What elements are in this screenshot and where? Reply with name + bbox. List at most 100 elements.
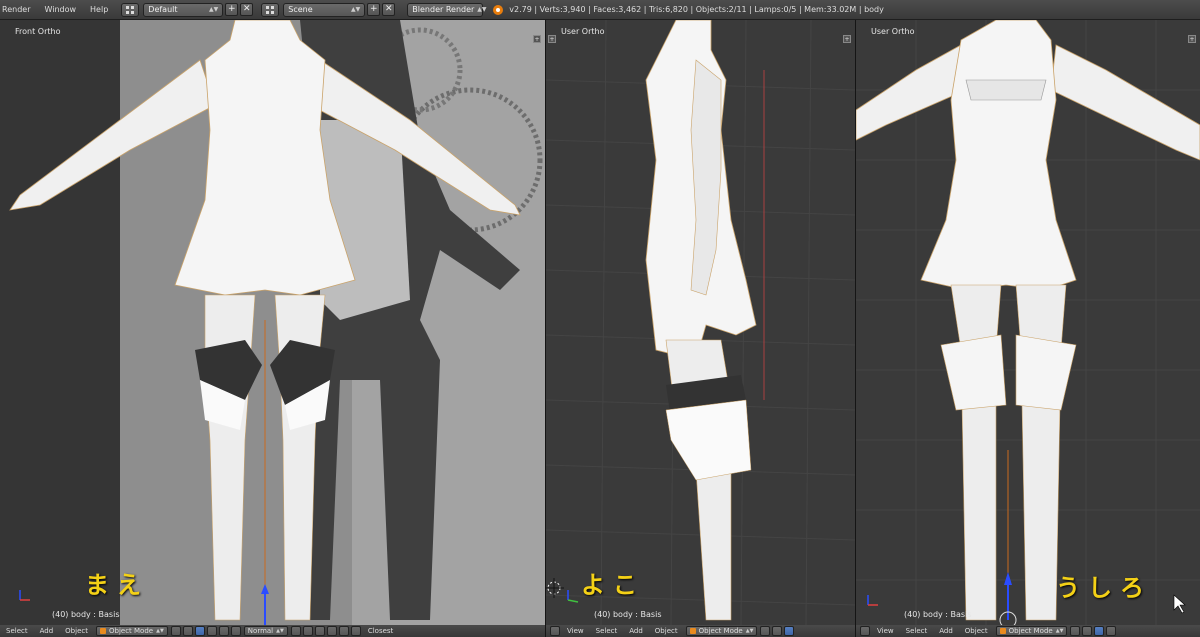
object-mode-icon bbox=[689, 628, 696, 634]
viewport-split-corner-icon[interactable]: + bbox=[533, 35, 541, 43]
menu-window[interactable]: Window bbox=[37, 5, 83, 14]
menu-add[interactable]: Add bbox=[34, 627, 60, 635]
caption-back: うしろ bbox=[1056, 574, 1152, 602]
pivot-point-icon[interactable] bbox=[772, 626, 783, 636]
scene-icon[interactable] bbox=[261, 2, 280, 17]
menu-view[interactable]: View bbox=[561, 627, 590, 635]
updown-arrows-icon: ▲▼ bbox=[156, 628, 164, 634]
model-back-strap bbox=[965, 79, 1047, 101]
viewport-header-front: Select Add Object Object Mode ▲▼ Normal … bbox=[0, 625, 545, 637]
render-engine-label: Blender Render bbox=[412, 5, 475, 14]
mode-label: Object Mode bbox=[108, 627, 154, 635]
add-layout-button[interactable]: + bbox=[225, 3, 239, 16]
viewport-front[interactable]: Front Ortho + まえ (40) body : Basis bbox=[0, 20, 545, 625]
model-leg-left bbox=[950, 284, 1002, 621]
updown-arrows-icon: ▲▼ bbox=[209, 6, 219, 13]
viewport-object-info: (40) body : Basis bbox=[904, 610, 972, 619]
menu-object[interactable]: Object bbox=[959, 627, 994, 635]
transform-orientation-dropdown[interactable]: Normal ▲▼ bbox=[243, 626, 288, 636]
pivot-point-icon[interactable] bbox=[182, 626, 193, 636]
model-boot-right bbox=[1015, 334, 1077, 411]
menu-select[interactable]: Select bbox=[0, 627, 34, 635]
layer-button-icon[interactable] bbox=[302, 626, 313, 636]
scene-label: Scene bbox=[288, 5, 313, 14]
viewport-shading-icon[interactable] bbox=[1070, 626, 1081, 636]
mode-dropdown[interactable]: Object Mode ▲▼ bbox=[995, 626, 1068, 636]
delete-layout-button[interactable]: ✕ bbox=[240, 3, 254, 16]
viewport-shading-icon[interactable] bbox=[170, 626, 181, 636]
manipulator-toggle-icon[interactable] bbox=[784, 626, 795, 636]
viewport-back[interactable]: User Ortho + うしろ (40) body : Basis bbox=[856, 20, 1200, 625]
delete-scene-button[interactable]: ✕ bbox=[382, 3, 396, 16]
menu-object[interactable]: Object bbox=[649, 627, 684, 635]
viewport-split-corner-icon[interactable]: + bbox=[548, 35, 556, 43]
layer-button-icon[interactable] bbox=[326, 626, 337, 636]
z-axis-arrow-head bbox=[1004, 572, 1012, 585]
scale-icon[interactable] bbox=[230, 626, 241, 636]
manipulator-toggle-icon[interactable] bbox=[1094, 626, 1105, 636]
viewport-header-back: View Select Add Object Object Mode ▲▼ bbox=[856, 625, 1200, 637]
mode-label: Object Mode bbox=[1008, 627, 1053, 635]
updown-arrows-icon: ▲▼ bbox=[1055, 628, 1064, 634]
updown-arrows-icon: ▲▼ bbox=[351, 6, 361, 13]
viewport-split-corner-icon[interactable]: + bbox=[843, 35, 851, 43]
model-boot-left bbox=[940, 334, 1007, 411]
model-arm-left bbox=[856, 44, 967, 141]
area-divider[interactable] bbox=[545, 20, 546, 637]
menu-help[interactable]: Help bbox=[83, 5, 115, 14]
orientation-label: Normal bbox=[247, 627, 274, 635]
menu-add[interactable]: Add bbox=[623, 627, 649, 635]
screen-layout-icon[interactable] bbox=[121, 2, 140, 17]
rotate-icon[interactable] bbox=[218, 626, 229, 636]
mode-dropdown[interactable]: Object Mode ▲▼ bbox=[95, 626, 168, 636]
snap-icon[interactable] bbox=[350, 626, 361, 636]
menu-select[interactable]: Select bbox=[900, 627, 934, 635]
viewport-object-info: (40) body : Basis bbox=[52, 610, 120, 619]
menu-select[interactable]: Select bbox=[590, 627, 624, 635]
viewport-title: User Ortho bbox=[561, 27, 605, 36]
object-mode-icon bbox=[999, 628, 1006, 634]
scene-dropdown[interactable]: Scene ▲▼ bbox=[283, 2, 366, 17]
editor-type-icon[interactable] bbox=[550, 626, 560, 636]
viewport-title: Front Ortho bbox=[15, 27, 61, 36]
editor-type-icon[interactable] bbox=[860, 626, 870, 636]
scene-statistics: v2.79 | Verts:3,940 | Faces:3,462 | Tris… bbox=[509, 5, 884, 14]
pivot-point-icon[interactable] bbox=[1082, 626, 1093, 636]
translate-icon[interactable] bbox=[206, 626, 217, 636]
viewport-header-side: View Select Add Object Object Mode ▲▼ bbox=[546, 625, 855, 637]
mode-dropdown[interactable]: Object Mode ▲▼ bbox=[685, 626, 758, 636]
side-scene bbox=[546, 20, 855, 625]
viewport-side[interactable]: User Ortho + + よこ (40) body : Basis bbox=[546, 20, 855, 625]
mouse-cursor-icon bbox=[1173, 594, 1186, 614]
viewport-shading-icon[interactable] bbox=[760, 626, 771, 636]
front-scene bbox=[0, 20, 545, 625]
updown-arrows-icon: ▲▼ bbox=[745, 628, 754, 634]
menu-render[interactable]: Render bbox=[0, 5, 37, 14]
layout-label: Default bbox=[148, 5, 178, 14]
blender-logo-icon bbox=[493, 4, 504, 15]
add-scene-button[interactable]: + bbox=[367, 3, 381, 16]
render-engine-dropdown[interactable]: Blender Render ▲▼ bbox=[407, 2, 487, 17]
viewport-object-info: (40) body : Basis bbox=[594, 610, 662, 619]
lock-icon[interactable] bbox=[338, 626, 349, 636]
back-scene bbox=[856, 20, 1200, 625]
menu-add[interactable]: Add bbox=[933, 627, 959, 635]
viewport-title: User Ortho bbox=[871, 27, 915, 36]
layer-button-icon[interactable] bbox=[290, 626, 301, 636]
manipulator-toggle-icon[interactable] bbox=[194, 626, 205, 636]
menu-object[interactable]: Object bbox=[59, 627, 94, 635]
model-arm-right bbox=[1050, 44, 1200, 161]
info-header: Render Window Help Default ▲▼ + ✕ Scene … bbox=[0, 0, 1200, 20]
updown-arrows-icon: ▲▼ bbox=[477, 6, 487, 13]
layout-dropdown[interactable]: Default ▲▼ bbox=[143, 2, 224, 17]
model-boot-side bbox=[665, 399, 752, 481]
area-divider[interactable] bbox=[855, 20, 856, 637]
caption-front: まえ bbox=[85, 571, 149, 599]
snap-target-label[interactable]: Closest bbox=[362, 627, 399, 635]
viewport-split-corner-icon[interactable]: + bbox=[1188, 35, 1196, 43]
layer-button-icon[interactable] bbox=[314, 626, 325, 636]
menu-view[interactable]: View bbox=[871, 627, 900, 635]
caption-side: よこ bbox=[581, 571, 645, 599]
updown-arrows-icon: ▲▼ bbox=[276, 628, 284, 634]
translate-icon[interactable] bbox=[1106, 626, 1117, 636]
